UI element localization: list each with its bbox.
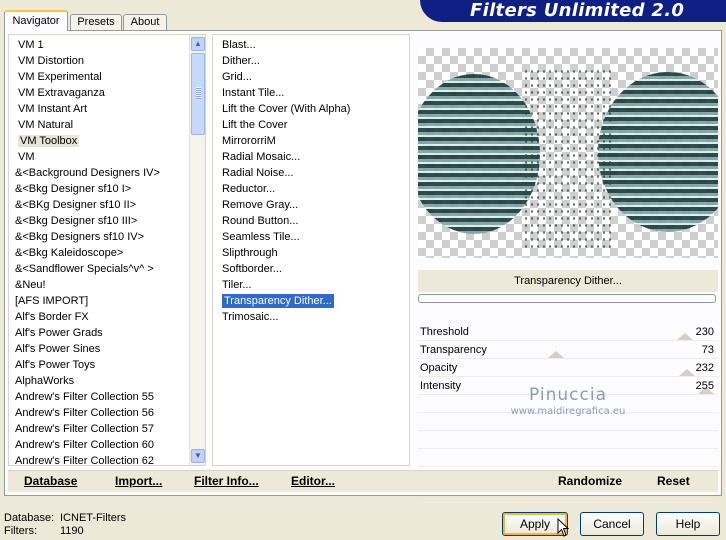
param-value: 73 <box>701 344 714 356</box>
filter-item[interactable]: Dither... <box>213 53 409 69</box>
param-slider-intensity[interactable]: Intensity 255 <box>418 377 718 395</box>
empty-param-row <box>418 413 718 431</box>
tab-presets[interactable]: Presets <box>70 14 122 31</box>
action-bar: Database Import... Filter Info... Editor… <box>8 470 718 492</box>
filters-count-label: Filters: <box>4 525 37 537</box>
category-listbox[interactable]: VM 1 VM Distortion VM Experimental VM Extra… <box>8 34 206 466</box>
cancel-button[interactable]: Cancel <box>580 512 644 536</box>
category-item[interactable]: Andrew's Filter Collection 60 <box>9 437 193 453</box>
category-item[interactable]: VM Instant Art <box>9 101 193 117</box>
filter-item[interactable]: Round Button... <box>213 213 409 229</box>
progress-bar <box>418 294 716 303</box>
mouse-cursor-icon <box>557 518 569 537</box>
grip-icon <box>196 87 201 99</box>
filter-item[interactable]: Lift the Cover (With Alpha) <box>213 101 409 117</box>
status-info: Database: ICNET-Filters Filters: 1190 <box>4 512 126 538</box>
preview-dither-speckle <box>523 68 613 248</box>
empty-param-row <box>418 431 718 449</box>
category-item[interactable]: VM Distortion <box>9 53 193 69</box>
slider-marker-icon <box>677 333 694 340</box>
banner-title: Filters Unlimited 2.0 <box>470 0 685 21</box>
param-value: 255 <box>695 380 714 392</box>
param-value: 230 <box>695 326 714 338</box>
category-item[interactable]: AlphaWorks <box>9 373 193 389</box>
scroll-down-button[interactable]: ▼ <box>191 449 205 463</box>
filter-item[interactable]: Grid... <box>213 69 409 85</box>
category-list: VM 1 VM Distortion VM Experimental VM Extra… <box>9 37 193 465</box>
filter-item[interactable]: Trimosaic... <box>213 309 409 325</box>
category-item[interactable]: VM Extravaganza <box>9 85 193 101</box>
current-filter-name: Transparency Dither... <box>418 270 718 292</box>
filter-item[interactable]: Tiler... <box>213 277 409 293</box>
category-item[interactable]: Alf's Power Toys <box>9 357 193 373</box>
database-button[interactable]: Database <box>24 474 77 488</box>
filters-count-value: 1190 <box>60 525 84 537</box>
filter-listbox[interactable]: Blast... Dither... Grid... Instant Tile... L… <box>212 34 410 466</box>
param-label: Opacity <box>420 362 458 374</box>
help-button[interactable]: Help <box>656 512 720 536</box>
category-item[interactable]: Alf's Power Grads <box>9 325 193 341</box>
category-item[interactable]: &<Bkg Designers sf10 IV> <box>9 229 193 245</box>
param-label: Threshold <box>420 326 469 338</box>
preview-image <box>418 48 718 258</box>
filter-item[interactable]: Instant Tile... <box>213 85 409 101</box>
category-item[interactable]: Andrew's Filter Collection 62 <box>9 453 193 465</box>
category-item[interactable]: &<BKg Designer sf10 II> <box>9 197 193 213</box>
filter-item[interactable]: Radial Noise... <box>213 165 409 181</box>
filter-item[interactable]: Blast... <box>213 37 409 53</box>
category-item[interactable]: VM Natural <box>9 117 193 133</box>
editor-button[interactable]: Editor... <box>291 474 335 488</box>
filter-item[interactable]: Radial Mosaic... <box>213 149 409 165</box>
category-item[interactable]: Alf's Power Sines <box>9 341 193 357</box>
filter-item[interactable]: Seamless Tile... <box>213 229 409 245</box>
category-item[interactable]: VM Experimental <box>9 69 193 85</box>
filter-item[interactable]: MirrororriM <box>213 133 409 149</box>
category-item[interactable]: [AFS IMPORT] <box>9 293 193 309</box>
category-item[interactable]: &Neu! <box>9 277 193 293</box>
preview-right-disc <box>598 72 718 232</box>
category-item[interactable]: Alf's Border FX <box>9 309 193 325</box>
filter-item[interactable]: Reductor... <box>213 181 409 197</box>
param-value: 232 <box>695 362 714 374</box>
slider-marker-icon <box>548 351 565 358</box>
category-item[interactable]: &<Bkg Kaleidoscope> <box>9 245 193 261</box>
randomize-button[interactable]: Randomize <box>558 474 622 488</box>
reset-button[interactable]: Reset <box>657 474 690 488</box>
database-value: ICNET-Filters <box>60 512 126 524</box>
param-label: Intensity <box>420 380 461 392</box>
category-item[interactable]: &<Sandflower Specials^v^ > <box>9 261 193 277</box>
param-label: Transparency <box>420 344 487 356</box>
param-slider-threshold[interactable]: Threshold 230 <box>418 323 718 341</box>
category-item[interactable]: Andrew's Filter Collection 55 <box>9 389 193 405</box>
preview-left-disc <box>418 74 540 234</box>
tab-about[interactable]: About <box>123 14 167 31</box>
empty-param-row <box>418 395 718 413</box>
import-button[interactable]: Import... <box>115 474 162 488</box>
category-scrollbar[interactable]: ▲ ▼ <box>189 35 205 465</box>
filter-list: Blast... Dither... Grid... Instant Tile... L… <box>213 35 409 325</box>
category-item[interactable]: &<Background Designers IV> <box>9 165 193 181</box>
filter-item[interactable]: Softborder... <box>213 261 409 277</box>
category-item[interactable]: &<Bkg Designer sf10 I> <box>9 181 193 197</box>
tab-navigator[interactable]: Navigator <box>4 10 68 31</box>
slider-marker-icon <box>679 369 696 376</box>
category-item[interactable]: Andrew's Filter Collection 57 <box>9 421 193 437</box>
category-item[interactable]: &<Bkg Designer sf10 III> <box>9 213 193 229</box>
empty-param-row <box>418 449 718 467</box>
filter-item[interactable]: Slipthrough <box>213 245 409 261</box>
scroll-thumb[interactable] <box>191 53 205 135</box>
database-label: Database: <box>4 512 55 524</box>
param-slider-transparency[interactable]: Transparency 73 <box>418 341 718 359</box>
category-item[interactable]: VM Toolbox <box>9 133 193 149</box>
filter-item[interactable]: Transparency Dither... <box>213 293 409 309</box>
category-item[interactable]: Andrew's Filter Collection 56 <box>9 405 193 421</box>
scroll-up-button[interactable]: ▲ <box>191 37 205 51</box>
filter-item[interactable]: Remove Gray... <box>213 197 409 213</box>
category-item[interactable]: VM 1 <box>9 37 193 53</box>
param-slider-opacity[interactable]: Opacity 232 <box>418 359 718 377</box>
category-item[interactable]: VM <box>9 149 193 165</box>
filter-info-button[interactable]: Filter Info... <box>194 474 259 488</box>
filter-item[interactable]: Lift the Cover <box>213 117 409 133</box>
